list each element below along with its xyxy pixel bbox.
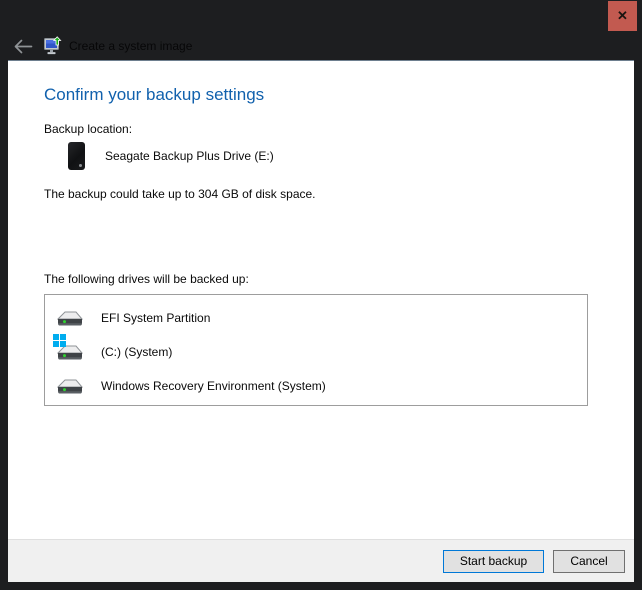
start-backup-button[interactable]: Start backup xyxy=(443,549,544,573)
drives-listbox: EFI System Partition (C:) (System) Windo… xyxy=(44,294,588,406)
disk-space-note: The backup could take up to 304 GB of di… xyxy=(44,187,316,201)
create-system-image-window: ✕ Create a system image Confirm your bac… xyxy=(0,0,642,590)
footer-bar: Start backup Cancel xyxy=(8,539,634,582)
windows-logo-badge xyxy=(53,333,66,347)
window-title: Create a system image xyxy=(69,39,193,53)
drive-name: EFI System Partition xyxy=(101,311,211,325)
hard-drive-icon xyxy=(56,309,84,328)
titlebar[interactable]: ✕ Create a system image xyxy=(0,0,642,60)
hard-drive-windows-icon xyxy=(53,333,84,362)
drive-list-item: Windows Recovery Environment (System) xyxy=(45,369,587,403)
back-arrow-icon[interactable] xyxy=(13,38,33,54)
backup-target-row: Seagate Backup Plus Drive (E:) xyxy=(68,142,274,170)
cancel-button[interactable]: Cancel xyxy=(553,549,625,573)
drive-name: Windows Recovery Environment (System) xyxy=(101,379,326,393)
external-drive-icon xyxy=(68,142,85,170)
wizard-content: Confirm your backup settings Backup loca… xyxy=(8,60,634,539)
drive-name: (C:) (System) xyxy=(101,345,173,359)
page-title: Confirm your backup settings xyxy=(44,85,265,104)
backup-location-label: Backup location: xyxy=(44,122,133,136)
drives-list-label: The following drives will be backed up: xyxy=(44,272,249,286)
backup-target-name: Seagate Backup Plus Drive (E:) xyxy=(105,149,274,163)
system-image-app-icon xyxy=(43,35,63,57)
close-button[interactable]: ✕ xyxy=(608,1,637,31)
hard-drive-icon xyxy=(56,377,84,396)
drive-list-item: EFI System Partition xyxy=(45,301,587,335)
nav-row: Create a system image xyxy=(0,32,642,60)
drive-list-item: (C:) (System) xyxy=(45,333,587,369)
